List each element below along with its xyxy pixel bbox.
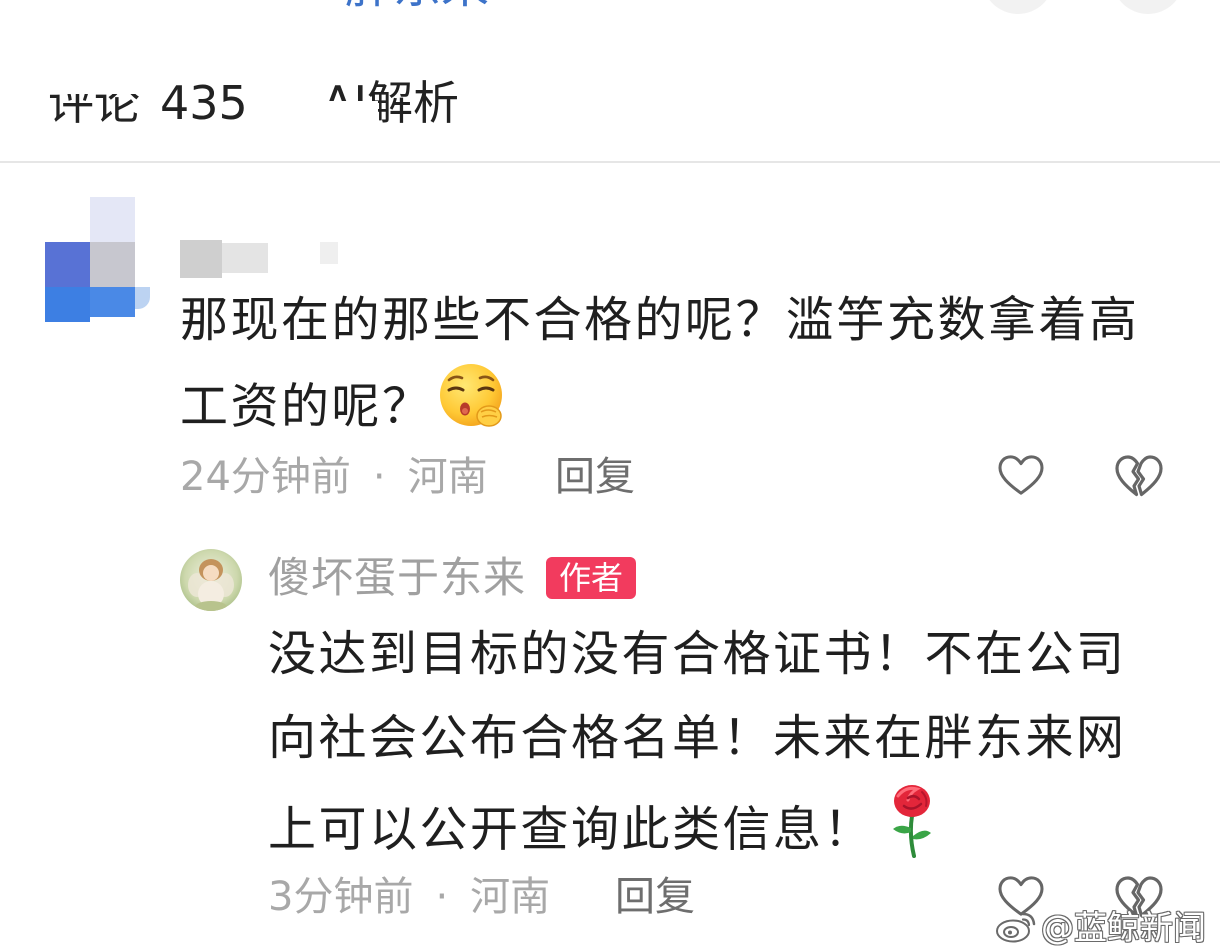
mosaic-block [90, 242, 135, 287]
comment-time: 24分钟前 [180, 454, 351, 500]
reply-line: 没达到目标的没有合格证书！不在公司 [268, 626, 1127, 682]
comment-line: 工资的呢？ [180, 361, 1140, 458]
reply-button[interactable]: 回复 [615, 872, 695, 922]
author-name[interactable]: 傻坏蛋于东来 [268, 553, 526, 603]
mosaic-block [90, 197, 135, 242]
reply-location: 河南 [470, 874, 551, 920]
reply-button[interactable]: 回复 [555, 452, 635, 502]
mosaic-block [222, 243, 268, 273]
sleepy-face-emoji-icon [437, 361, 509, 458]
mosaic-block [90, 287, 135, 317]
rose-emoji-icon [884, 780, 940, 885]
broken-heart-icon[interactable] [1115, 455, 1163, 503]
mosaic-block [45, 287, 90, 322]
mosaic-block [45, 242, 90, 287]
watermark-text: @蓝鲸新闻 [1041, 908, 1206, 947]
username-mosaic[interactable] [180, 240, 340, 280]
reply-meta: 3分钟前 · 河南 [268, 872, 550, 922]
top-action-button[interactable] [982, 0, 1054, 14]
mosaic-block [180, 240, 222, 278]
author-avatar[interactable] [180, 549, 242, 611]
comment-line: 那现在的那些不合格的呢？滥竽充数拿着高 [180, 292, 1140, 348]
comment-meta: 24分钟前 · 河南 [180, 452, 488, 502]
reply-time: 3分钟前 [268, 874, 414, 920]
watermark: @蓝鲸新闻 [995, 908, 1206, 948]
author-badge: 作者 [546, 557, 637, 599]
meta-separator: · [372, 454, 386, 500]
heart-icon[interactable] [998, 455, 1044, 501]
top-close-button[interactable] [1112, 0, 1184, 14]
reply-line: 向社会公布合格名单！未来在胖东来网 [268, 709, 1127, 766]
meta-separator: · [435, 874, 449, 920]
mosaic-block [135, 287, 150, 309]
mosaic-block [320, 242, 338, 264]
privacy-mask [316, 101, 378, 131]
comment-line-text: 工资的呢？ [180, 378, 433, 435]
reply-line-text: 上可以公开查询此类信息！ [268, 801, 875, 858]
weibo-logo-icon [995, 909, 1037, 947]
comment-text: 那现在的那些不合格的呢？滥竽充数拿着高 工资的呢？ [180, 279, 1140, 458]
tab-comments-count: 435 [160, 76, 248, 130]
avatar[interactable] [45, 197, 150, 322]
reply-text: 没达到目标的没有合格证书！不在公司 向社会公布合格名单！未来在胖东来网 上可以公… [268, 613, 1127, 885]
privacy-mask [40, 60, 152, 94]
reply-header: 傻坏蛋于东来 作者 [268, 553, 637, 603]
divider [0, 161, 1220, 163]
video-hashtag-link[interactable]: 胖东来 [345, 0, 489, 10]
reply-line: 上可以公开查询此类信息！ [268, 780, 1127, 885]
comment-location: 河南 [407, 454, 488, 500]
